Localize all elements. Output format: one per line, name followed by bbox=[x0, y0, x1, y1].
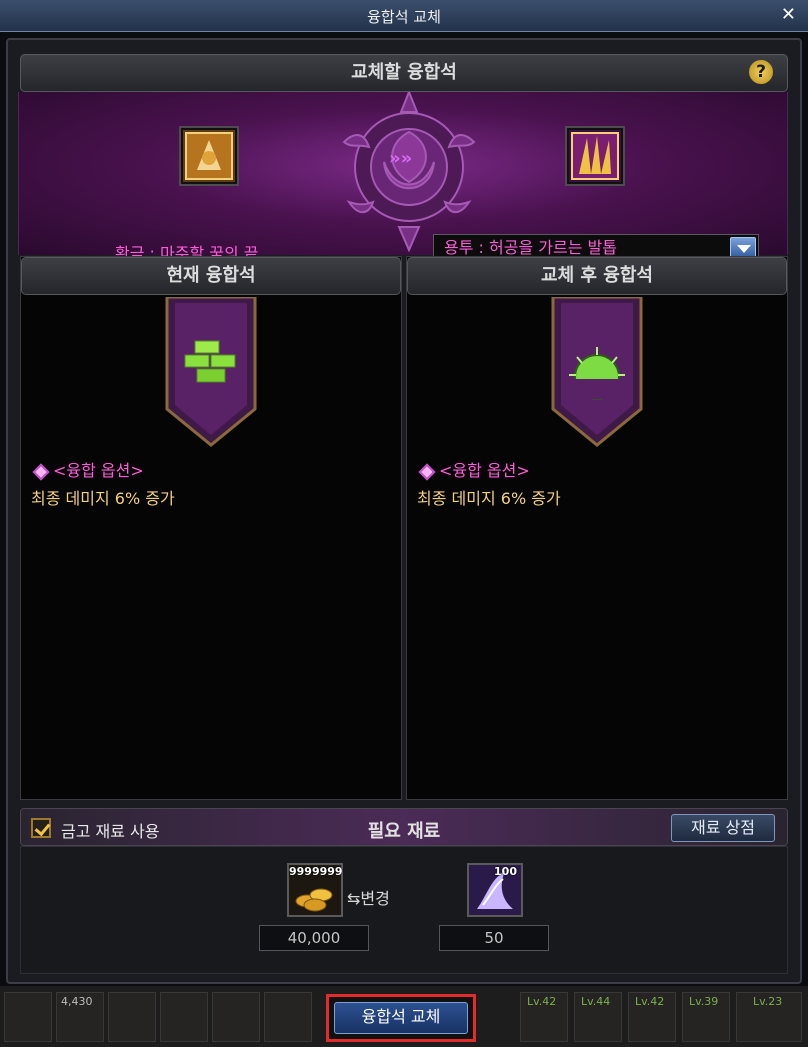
hotbar-slot[interactable] bbox=[108, 992, 156, 1042]
sunrise-banner-icon bbox=[551, 297, 643, 447]
hotbar-slot[interactable]: Lv.23 bbox=[736, 992, 802, 1042]
hotbar-slot[interactable] bbox=[4, 992, 52, 1042]
after-option-heading: <융합 옵션> bbox=[418, 457, 530, 481]
claw-stone-icon bbox=[569, 130, 621, 182]
after-panel-header: 교체 후 융합석 bbox=[407, 257, 787, 295]
left-stone-slot[interactable] bbox=[179, 126, 239, 186]
target-stone-value: 용투 : 허공을 가르는 발톱 bbox=[444, 238, 617, 257]
crystal-material-slot[interactable]: 100 bbox=[467, 863, 523, 917]
window-titlebar: 융합석 교체 ✕ bbox=[0, 0, 808, 32]
hotbar-level: Lv.42 bbox=[527, 995, 557, 1008]
svg-text:»»: »» bbox=[389, 148, 412, 169]
gold-stack-label: 9999999 bbox=[289, 865, 343, 878]
crystal-stack-label: 100 bbox=[494, 865, 517, 878]
current-panel-header: 현재 융합석 bbox=[21, 257, 401, 295]
hotbar-slot[interactable]: Lv.39 bbox=[682, 992, 730, 1042]
diamond-icon bbox=[418, 463, 436, 480]
replace-stone-highlight: 융합석 교체 bbox=[326, 994, 476, 1042]
crystal-qty: 50 bbox=[439, 925, 549, 951]
current-stone-panel: 현재 융합석 <융합 옵션> 최종 데미지 6% 증가 bbox=[20, 256, 402, 800]
hotbar-level: Lv.42 bbox=[635, 995, 665, 1008]
swap-currency-label: 변경 bbox=[360, 889, 390, 908]
header-bar: 교체할 융합석 ? bbox=[20, 54, 788, 92]
hotbar-level: Lv.23 bbox=[753, 995, 783, 1008]
materials-bar: 금고 재료 사용 필요 재료 재료 상점 bbox=[20, 808, 788, 846]
hotbar-slot[interactable] bbox=[212, 992, 260, 1042]
gold-qty: 40,000 bbox=[259, 925, 369, 951]
rose-emblem-icon: »» bbox=[342, 92, 476, 252]
replace-stone-button[interactable]: 융합석 교체 bbox=[334, 1002, 468, 1034]
hotbar-level: Lv.44 bbox=[581, 995, 611, 1008]
swap-band: »» 황금 : 마주할 꿈의 끝 용투 : 허공을 가르는 발톱 bbox=[18, 92, 788, 263]
after-option-text: 최종 데미지 6% 증가 bbox=[417, 489, 561, 508]
hotbar-level: Lv.39 bbox=[689, 995, 719, 1008]
current-option-text: 최종 데미지 6% 증가 bbox=[31, 489, 175, 508]
window-title: 융합석 교체 bbox=[367, 8, 441, 26]
swap-currency-button[interactable]: ⇆변경 bbox=[347, 885, 390, 909]
current-option-heading: <융합 옵션> bbox=[32, 457, 144, 481]
hotbar-slot[interactable]: Lv.42 bbox=[520, 992, 568, 1042]
hotbar-misc-text: 4,430 bbox=[61, 995, 93, 1008]
gold-bars-banner-icon bbox=[165, 297, 257, 447]
hotbar-slot[interactable]: Lv.42 bbox=[628, 992, 676, 1042]
header-title: 교체할 융합석 bbox=[351, 62, 457, 83]
diamond-icon bbox=[32, 463, 50, 480]
material-shop-button[interactable]: 재료 상점 bbox=[671, 814, 775, 842]
hotbar-slot[interactable] bbox=[160, 992, 208, 1042]
gold-stone-icon bbox=[183, 130, 235, 182]
help-icon[interactable]: ? bbox=[749, 60, 773, 84]
hotbar-slot[interactable]: 4,430 bbox=[56, 992, 104, 1042]
after-stone-panel: 교체 후 융합석 <융합 옵션> 최종 데미지 6% 증가 bbox=[406, 256, 788, 800]
refresh-icon: ⇆ bbox=[347, 889, 361, 908]
right-stone-slot[interactable] bbox=[565, 126, 625, 186]
hotbar-slot[interactable] bbox=[264, 992, 312, 1042]
close-icon[interactable]: ✕ bbox=[781, 4, 796, 25]
hotbar-slot[interactable]: Lv.44 bbox=[574, 992, 622, 1042]
materials-area: 9999999 ⇆변경 40,000 100 50 bbox=[20, 846, 788, 974]
gold-material-slot[interactable]: 9999999 bbox=[287, 863, 343, 917]
